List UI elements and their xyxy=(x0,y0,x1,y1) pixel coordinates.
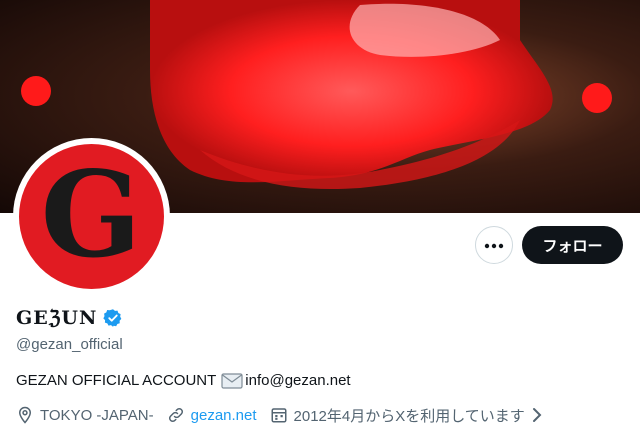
more-horizontal-icon xyxy=(484,236,504,254)
location-pin-icon xyxy=(16,406,34,424)
website-item[interactable]: gezan.net xyxy=(167,406,257,424)
chevron-right-icon xyxy=(531,406,543,424)
bio-email[interactable]: info@gezan.net xyxy=(245,372,350,389)
location-text: TOKYO -JAPAN- xyxy=(40,406,154,424)
profile-meta: TOKYO -JAPAN- gezan.net 2012年4月からXを利用してい… xyxy=(16,404,556,426)
profile-name-row: GEℨUN xyxy=(16,304,123,332)
more-options-button[interactable] xyxy=(475,226,513,264)
joined-item[interactable]: 2012年4月からXを利用しています xyxy=(270,405,543,426)
display-name: GEℨUN xyxy=(16,307,98,329)
profile-bio: GEZAN OFFICIAL ACCOUNT info@gezan.net xyxy=(16,372,351,389)
envelope-icon xyxy=(221,372,243,389)
verified-badge-icon[interactable] xyxy=(103,308,123,328)
website-link[interactable]: gezan.net xyxy=(191,407,257,424)
bio-text: GEZAN OFFICIAL ACCOUNT xyxy=(16,372,217,389)
follow-button[interactable]: フォロー xyxy=(522,226,623,264)
calendar-icon xyxy=(270,406,288,424)
profile-handle: @gezan_official xyxy=(16,336,123,353)
joined-text: 2012年4月からXを利用しています xyxy=(293,407,525,425)
avatar-letter: G xyxy=(41,145,142,284)
link-icon xyxy=(167,406,185,424)
location-item: TOKYO -JAPAN- xyxy=(16,406,154,424)
avatar[interactable]: G xyxy=(19,144,164,289)
avatar-logo: G xyxy=(41,145,142,284)
